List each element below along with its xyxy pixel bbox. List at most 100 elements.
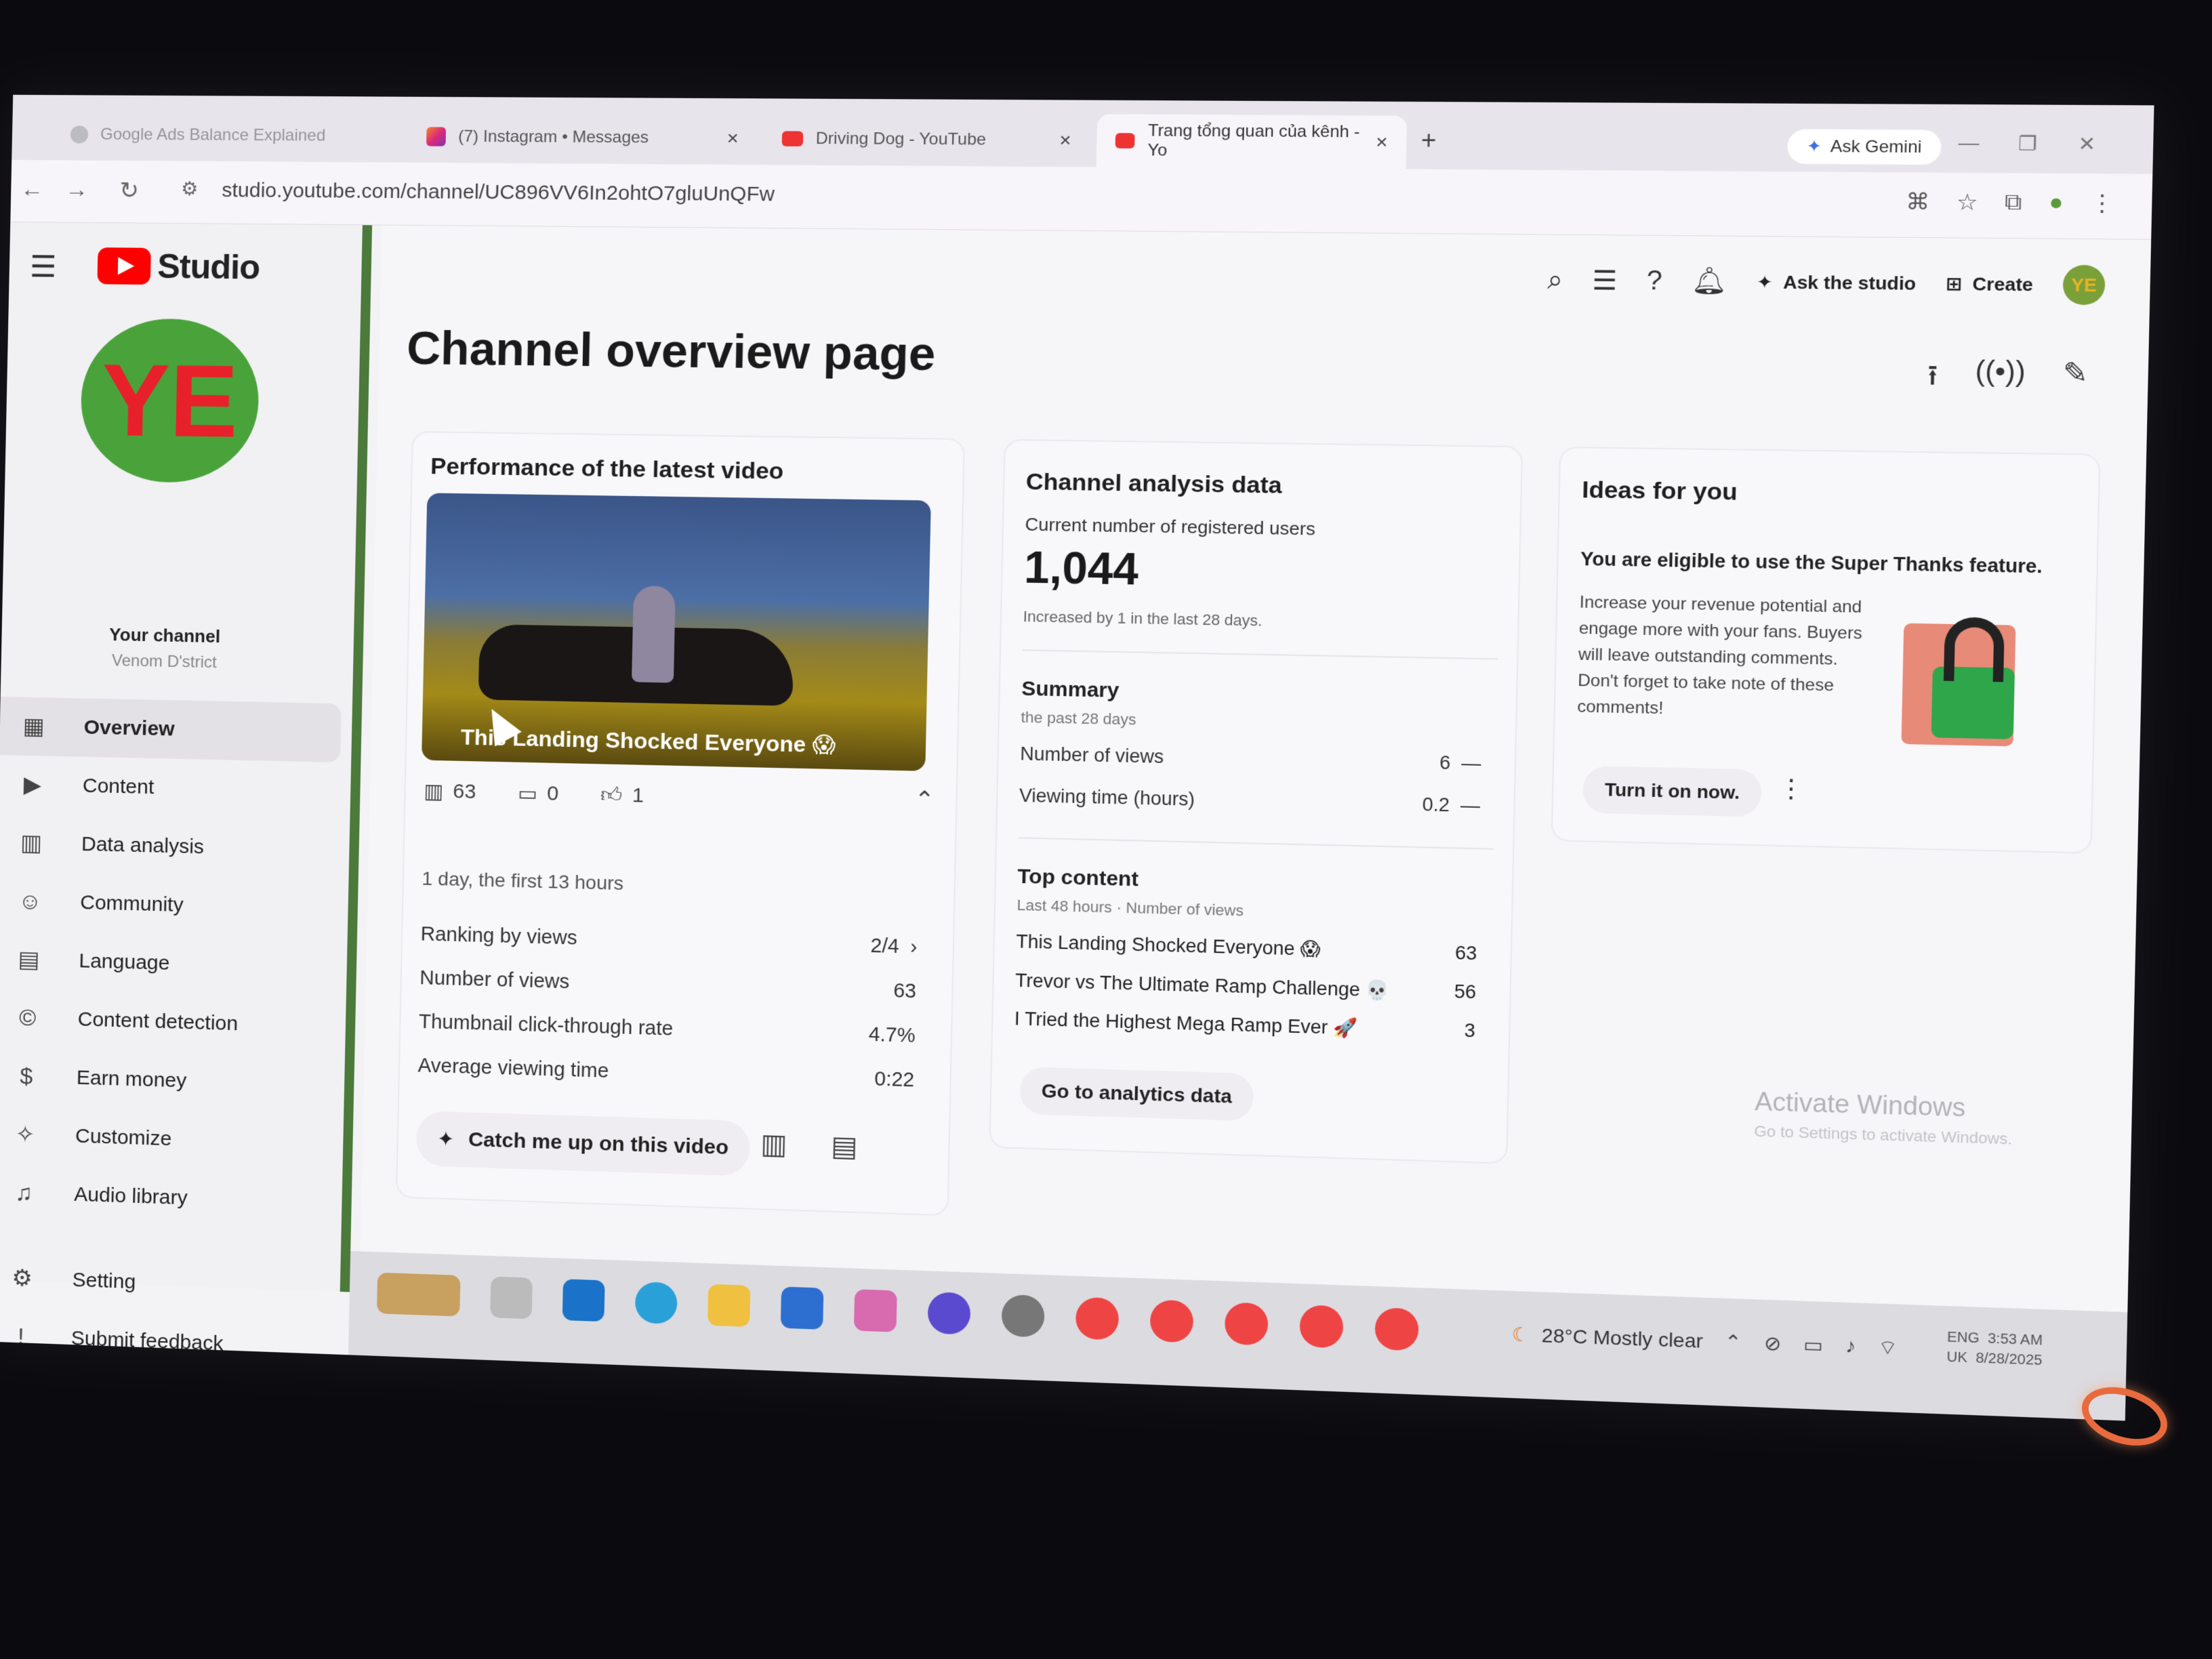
notifications-bell-icon[interactable]: 🔔︎ <box>1692 266 1727 297</box>
sidebar-item-customize[interactable]: ✧ Customize <box>0 1105 333 1174</box>
region-indicator: UK <box>1946 1349 1968 1366</box>
minimize-icon[interactable]: — <box>1958 131 1980 155</box>
account-avatar[interactable]: YE <box>2062 264 2106 306</box>
create-button[interactable]: ⊞ Create <box>1946 272 2033 295</box>
comments-stat: ▭ 0 <box>517 781 558 806</box>
top-content-row[interactable]: Trevor vs The Ultimate Ramp Challenge 💀 … <box>1015 969 1477 1004</box>
network-icon[interactable]: ⊘ <box>1763 1332 1781 1357</box>
top-content-video-title: Trevor vs The Ultimate Ramp Challenge 💀 <box>1015 970 1391 1002</box>
more-vert-icon[interactable]: ⋮ <box>1778 773 1805 804</box>
app-icon[interactable] <box>927 1292 971 1335</box>
window-close-icon[interactable]: ✕ <box>2078 132 2096 156</box>
taskbar-search[interactable]: ⌕ Type here to search <box>0 1367 348 1421</box>
go-to-analytics-button[interactable]: Go to analytics data <box>1019 1067 1254 1122</box>
summary-value: 0.2 <box>1422 794 1450 816</box>
catch-me-up-button[interactable]: ✦ Catch me up on this video <box>415 1111 750 1176</box>
tab-studio-dashboard[interactable]: Trang tổng quan của kênh - Yo × <box>1096 114 1408 169</box>
chevron-up-icon[interactable]: ⌃ <box>914 786 935 815</box>
store-icon[interactable] <box>562 1279 605 1322</box>
globe-icon <box>70 125 89 144</box>
ask-studio-button[interactable]: ✦ Ask the studio <box>1757 271 1917 295</box>
chrome-icon[interactable] <box>1299 1305 1344 1349</box>
sidebar-item-label: Customize <box>75 1124 172 1151</box>
top-content-row[interactable]: This Landing Shocked Everyone 😱 63 <box>1016 931 1477 965</box>
sidebar-item-submit-feedback[interactable]: ! Submit feedback <box>0 1307 329 1378</box>
translate-icon[interactable]: ⌘ <box>1906 188 1930 215</box>
metric-value: 4.7% <box>868 1023 916 1047</box>
video-comments-icon[interactable]: ▤ <box>831 1130 858 1163</box>
more-vert-icon[interactable]: ⋮ <box>2090 189 2114 216</box>
close-icon[interactable]: × <box>1059 129 1071 152</box>
task-view-icon[interactable] <box>490 1276 533 1319</box>
sidebar-item-overview[interactable]: ▦ Overview <box>0 697 342 763</box>
edit-post-icon[interactable]: ✎ <box>2062 357 2089 406</box>
sidebar-item-content-detection[interactable]: © Content detection <box>0 988 335 1057</box>
sidebar-item-label: Audio library <box>73 1183 188 1210</box>
studio-logo[interactable]: Studio <box>97 246 260 287</box>
bookmark-star-icon[interactable]: ☆ <box>1956 188 1978 216</box>
top-content-views: 63 <box>1454 942 1477 964</box>
sidebar-item-language[interactable]: ▤ Language <box>0 930 336 998</box>
close-icon[interactable]: × <box>726 127 739 150</box>
channel-avatar[interactable]: YE <box>79 318 260 484</box>
channel-name: Venom D'strict <box>111 651 218 672</box>
extensions-icon[interactable]: ⧉ <box>2005 188 2022 216</box>
tab-instagram[interactable]: (7) Instagram • Messages × <box>408 110 757 165</box>
metric-label: Thumbnail click-through rate <box>418 1010 674 1040</box>
chrome-icon[interactable] <box>1224 1302 1269 1346</box>
weather-icon: ☾ <box>1511 1323 1531 1346</box>
restore-icon[interactable]: ❐ <box>2018 131 2037 155</box>
hamburger-menu-icon[interactable]: ☰ <box>29 249 57 284</box>
tab-label: Driving Dog - YouTube <box>815 129 987 149</box>
live-broadcast-icon[interactable]: ((•)) <box>1974 356 2026 405</box>
metric-value: 63 <box>893 979 917 1002</box>
top-content-views: 56 <box>1454 981 1477 1003</box>
close-icon[interactable]: × <box>1376 131 1388 153</box>
chrome-icon[interactable] <box>1374 1307 1419 1351</box>
sidebar-item-audio-library[interactable]: ♫ Audio library <box>0 1163 331 1233</box>
chrome-icon[interactable] <box>1075 1296 1120 1340</box>
upload-icon[interactable]: ⭱ <box>1927 355 1938 404</box>
sidebar-item-earn-money[interactable]: $ Earn money <box>0 1046 334 1115</box>
sidebar-item-label: Overview <box>83 716 176 741</box>
back-arrow-icon[interactable]: ← <box>20 176 44 203</box>
site-settings-icon[interactable]: ⚙ <box>181 178 199 200</box>
forward-arrow-icon[interactable]: → <box>65 177 89 203</box>
outlook-icon[interactable] <box>780 1286 824 1330</box>
music-icon: ♫ <box>15 1179 33 1206</box>
video-analytics-icon[interactable]: ▥ <box>760 1128 787 1161</box>
turn-on-button[interactable]: Turn it on now. <box>1582 765 1763 817</box>
sidebar-item-label: Language <box>79 949 170 975</box>
activate-windows-subtitle: Go to Settings to activate Windows. <box>1754 1122 2013 1148</box>
ask-gemini-button[interactable]: ✦ Ask Gemini <box>1786 129 1942 165</box>
battery-icon[interactable]: ▭ <box>1803 1333 1824 1359</box>
thumbs-up-icon: 👍︎ <box>600 783 623 807</box>
dog-widget-icon[interactable] <box>376 1272 461 1317</box>
help-icon[interactable]: ? <box>1646 266 1662 296</box>
sidebar-item-label: Content <box>82 774 155 799</box>
url-field[interactable]: studio.youtube.com/channel/UC896VV6In2oh… <box>222 179 775 206</box>
tab-google-ads[interactable]: Google Ads Balance Explained <box>52 108 382 162</box>
video-thumbnail[interactable]: This Landing Shocked Everyone 😱 <box>422 493 931 771</box>
profile-icon[interactable]: ● <box>2049 189 2064 216</box>
chrome-icon[interactable] <box>1149 1299 1194 1343</box>
volume-icon[interactable]: ♪ <box>1845 1334 1856 1359</box>
new-tab-button[interactable]: + <box>1420 125 1436 155</box>
copilot-icon[interactable] <box>853 1289 897 1332</box>
wifi-icon[interactable]: ⌔ <box>1878 1336 1898 1361</box>
tab-driving-dog[interactable]: Driving Dog - YouTube × <box>763 112 1090 167</box>
comments-icon[interactable]: ☰ <box>1592 264 1618 296</box>
file-explorer-icon[interactable] <box>708 1284 751 1328</box>
sidebar-item-data-analysis[interactable]: ▥ Data analysis <box>0 813 339 880</box>
weather-widget[interactable]: ☾ 28°C Mostly clear <box>1511 1323 1703 1353</box>
sidebar-item-community[interactable]: ☺ Community <box>0 872 337 939</box>
taskbar-clock[interactable]: ENG 3:53 AM UK 8/28/2025 <box>1946 1328 2043 1371</box>
reload-icon[interactable]: ↻ <box>119 177 139 204</box>
settings-gear-icon[interactable] <box>1001 1294 1045 1338</box>
edge-icon[interactable] <box>634 1281 678 1325</box>
search-icon[interactable]: ⌕ <box>1547 265 1563 295</box>
chevron-up-icon[interactable]: ⌃ <box>1724 1330 1742 1355</box>
sidebar-item-content[interactable]: ▶ Content <box>0 755 340 821</box>
top-content-row[interactable]: I Tried the Highest Mega Ramp Ever 🚀 3 <box>1015 1008 1476 1043</box>
windows-start-icon[interactable] <box>5 1378 33 1406</box>
